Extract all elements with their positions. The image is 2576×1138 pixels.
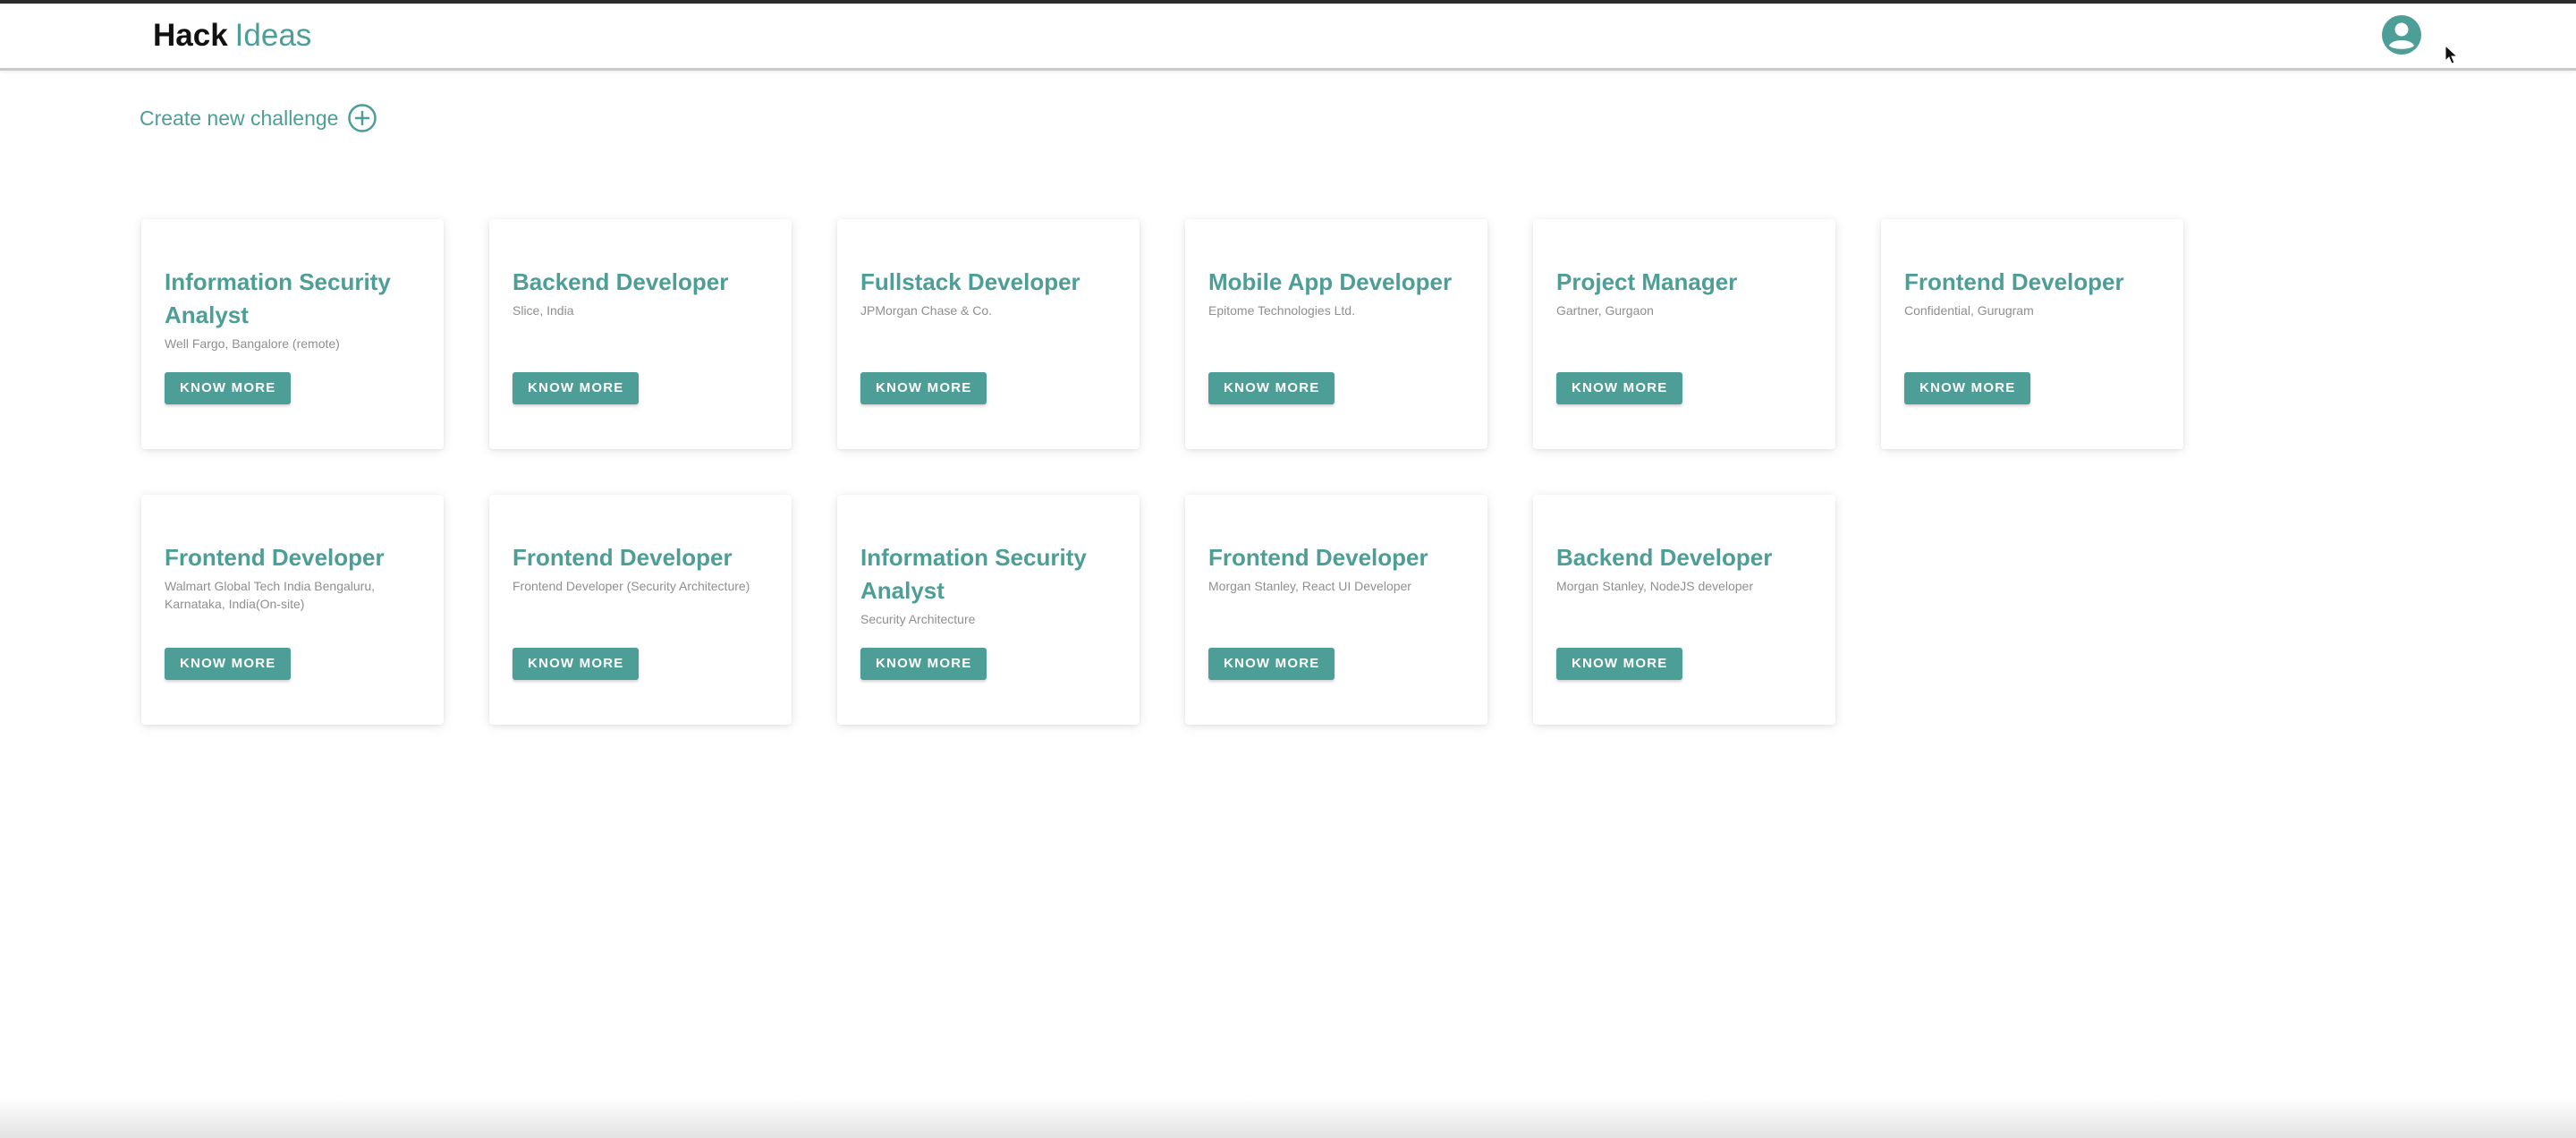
challenge-subtitle: Confidential, Gurugram xyxy=(1904,303,2034,318)
challenge-card: Frontend Developer Walmart Global Tech I… xyxy=(141,495,444,725)
challenge-subtitle: Morgan Stanley, NodeJS developer xyxy=(1556,579,1753,593)
challenge-title: Backend Developer xyxy=(513,268,729,295)
know-more-button[interactable]: KNOW MORE xyxy=(1556,648,1683,680)
app-logo[interactable]: Hack Ideas xyxy=(153,17,311,55)
challenge-title: Frontend Developer xyxy=(1904,268,2124,295)
challenge-title: Frontend Developer xyxy=(1208,544,1428,571)
challenge-title: Frontend Developer xyxy=(165,544,385,571)
know-more-button[interactable]: KNOW MORE xyxy=(860,648,987,680)
create-challenge-label: Create new challenge xyxy=(140,106,339,130)
challenge-subtitle: Morgan Stanley, React UI Developer xyxy=(1208,579,1411,593)
challenge-card: Frontend Developer Confidential, Gurugra… xyxy=(1881,219,2183,449)
challenge-title: Project Manager xyxy=(1556,268,1738,295)
challenge-card: Information Security Analyst Well Fargo,… xyxy=(141,219,444,449)
app-header: Hack Ideas xyxy=(0,4,2576,71)
bottom-edge-shade xyxy=(0,1099,2576,1138)
challenge-card: Frontend Developer Morgan Stanley, React… xyxy=(1185,495,1487,725)
challenge-title: Frontend Developer xyxy=(513,544,733,571)
know-more-button[interactable]: KNOW MORE xyxy=(1208,372,1335,404)
know-more-button[interactable]: KNOW MORE xyxy=(1556,372,1683,404)
challenge-subtitle: Frontend Developer (Security Architectur… xyxy=(513,579,750,593)
know-more-button[interactable]: KNOW MORE xyxy=(1208,648,1335,680)
challenge-title: Fullstack Developer xyxy=(860,268,1080,295)
logo-primary-text: Hack xyxy=(153,18,228,53)
challenge-subtitle: Gartner, Gurgaon xyxy=(1556,303,1654,318)
challenge-card: Mobile App Developer Epitome Technologie… xyxy=(1185,219,1487,449)
challenge-subtitle: Well Fargo, Bangalore (remote) xyxy=(165,336,340,351)
logo-secondary-text: Ideas xyxy=(234,18,312,53)
challenge-subtitle: Walmart Global Tech India Bengaluru, Kar… xyxy=(165,579,376,611)
challenge-card: Backend Developer Morgan Stanley, NodeJS… xyxy=(1533,495,1835,725)
create-challenge-button[interactable]: Create new challenge xyxy=(140,103,377,133)
know-more-button[interactable]: KNOW MORE xyxy=(860,372,987,404)
challenge-card: Frontend Developer Frontend Developer (S… xyxy=(489,495,792,725)
mouse-pointer-icon xyxy=(2445,44,2459,66)
challenge-subtitle: JPMorgan Chase & Co. xyxy=(860,303,993,318)
challenge-title: Mobile App Developer xyxy=(1208,268,1453,295)
challenge-title: Backend Developer xyxy=(1556,544,1773,571)
challenge-subtitle: Epitome Technologies Ltd. xyxy=(1208,303,1355,318)
challenge-card: Project Manager Gartner, Gurgaon KNOW MO… xyxy=(1533,219,1835,449)
know-more-button[interactable]: KNOW MORE xyxy=(513,372,640,404)
challenge-card: Fullstack Developer JPMorgan Chase & Co.… xyxy=(837,219,1140,449)
know-more-button[interactable]: KNOW MORE xyxy=(165,372,292,404)
challenge-subtitle: Slice, India xyxy=(513,303,574,318)
challenge-card: Backend Developer Slice, India KNOW MORE xyxy=(489,219,792,449)
challenge-subtitle: Security Architecture xyxy=(860,612,976,626)
challenge-title: Information Security Analyst xyxy=(165,268,391,328)
know-more-button[interactable]: KNOW MORE xyxy=(165,648,292,680)
plus-circle-icon[interactable] xyxy=(347,103,377,133)
challenge-title: Information Security Analyst xyxy=(860,544,1087,604)
challenge-card: Information Security Analyst Security Ar… xyxy=(837,495,1140,725)
know-more-button[interactable]: KNOW MORE xyxy=(1904,372,2031,404)
user-account-icon[interactable] xyxy=(2381,14,2422,55)
know-more-button[interactable]: KNOW MORE xyxy=(513,648,640,680)
